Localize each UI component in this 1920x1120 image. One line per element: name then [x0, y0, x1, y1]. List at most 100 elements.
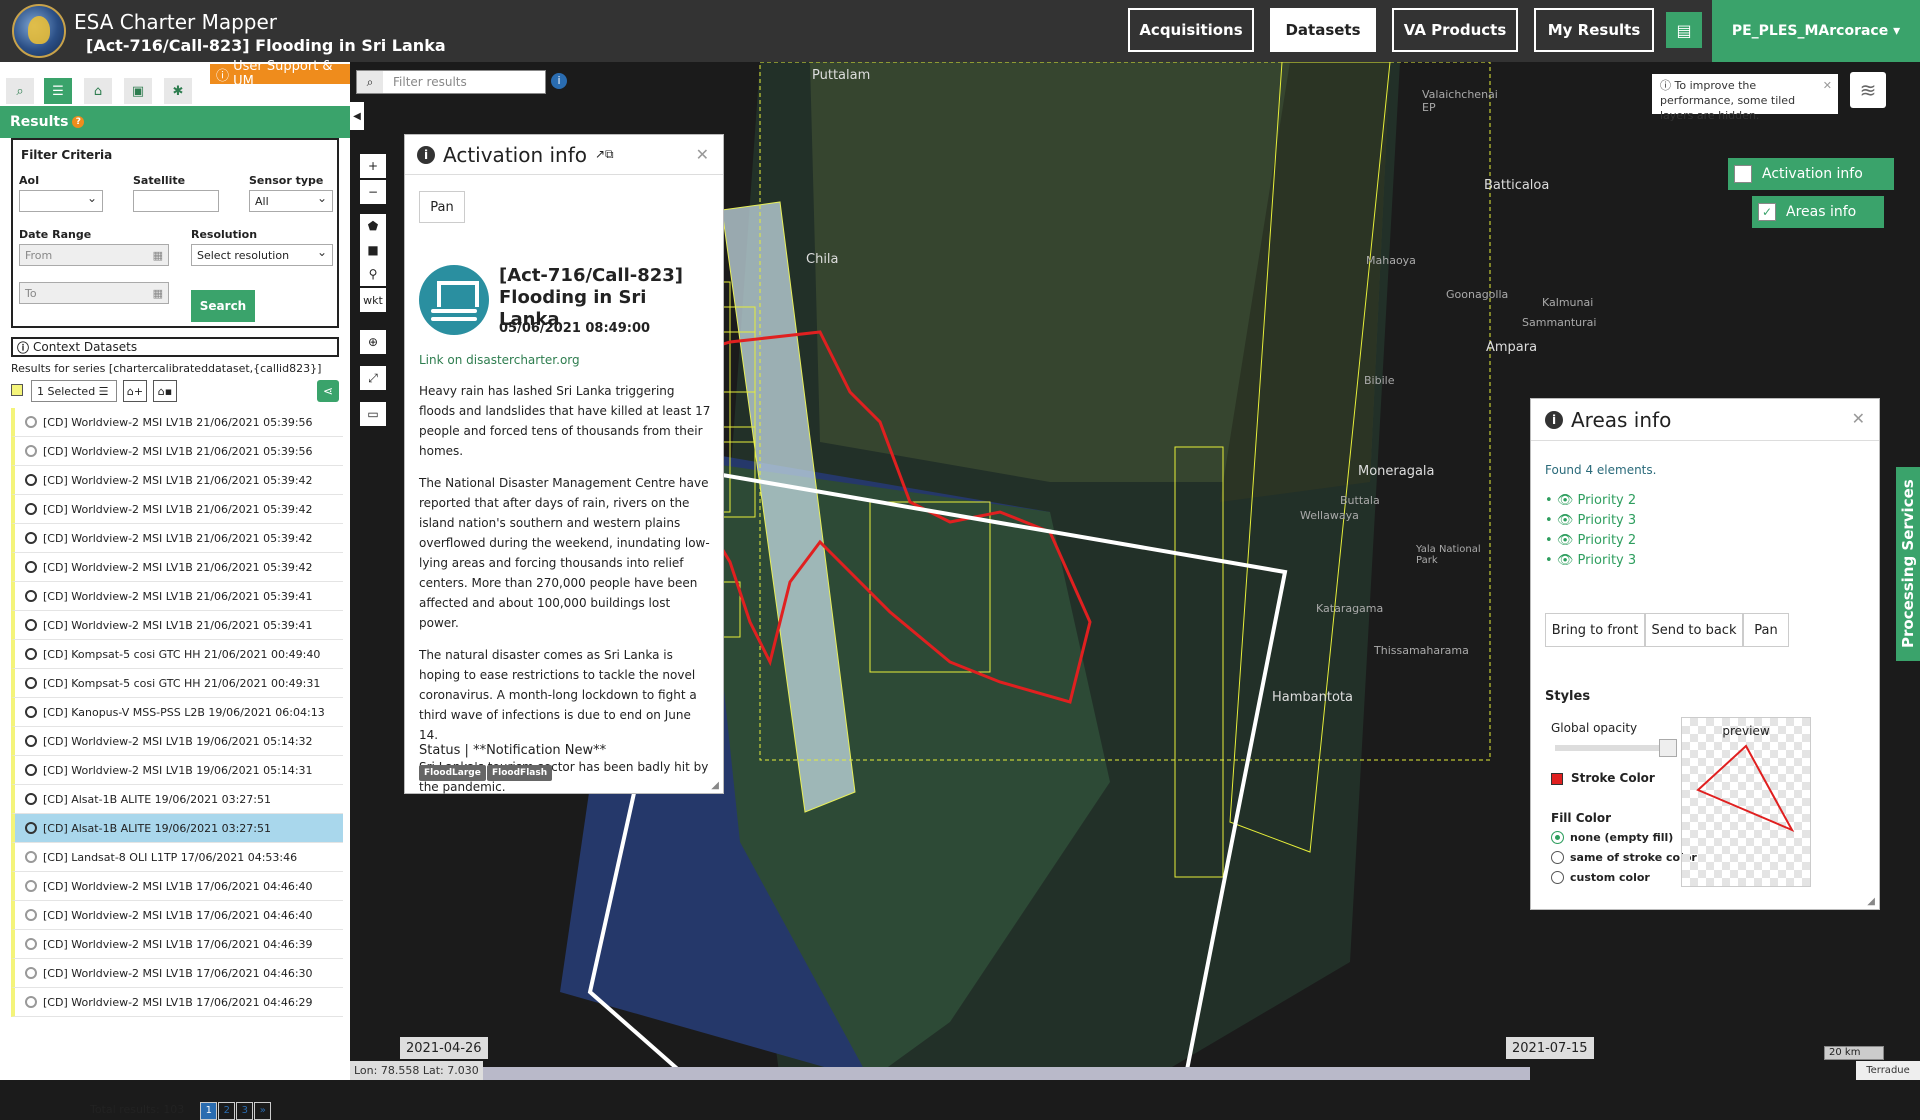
globe-icon[interactable] — [25, 619, 37, 631]
fill-none-radio[interactable]: none (empty fill) — [1551, 831, 1673, 844]
info-icon[interactable]: i — [551, 73, 567, 89]
resize-handle-icon[interactable]: ◢ — [1867, 896, 1875, 907]
nav-my-results[interactable]: My Results — [1534, 8, 1654, 52]
priority-item[interactable]: • 👁 Priority 3 — [1545, 513, 1636, 528]
priority-item[interactable]: • 👁 Priority 2 — [1545, 493, 1636, 508]
date-from-input[interactable]: From ▦ — [19, 244, 169, 266]
esa-charter-logo[interactable] — [12, 4, 66, 58]
radio[interactable] — [1551, 871, 1564, 884]
sensor-select[interactable]: All — [249, 190, 333, 212]
share-icon[interactable]: ⋖ — [317, 380, 339, 402]
activation-info-toggle[interactable]: Activation info — [1728, 158, 1894, 190]
globe-icon[interactable] — [25, 474, 37, 486]
globe-icon[interactable] — [25, 764, 37, 776]
result-row[interactable]: [CD] Worldview-2 MSI LV1B 17/06/2021 04:… — [11, 988, 343, 1017]
selected-dropdown[interactable]: 1 Selected ☰ — [31, 380, 117, 402]
result-row[interactable]: [CD] Worldview-2 MSI LV1B 19/06/2021 05:… — [11, 756, 343, 785]
nav-acquisitions[interactable]: Acquisitions — [1128, 8, 1254, 52]
basket-icon[interactable]: ⌂ — [84, 78, 112, 104]
eye-icon[interactable]: 👁 — [1557, 553, 1574, 568]
result-row[interactable]: [CD] Worldview-2 MSI LV1B 17/06/2021 04:… — [11, 930, 343, 959]
radio[interactable] — [1551, 851, 1564, 864]
result-row[interactable]: [CD] Worldview-2 MSI LV1B 21/06/2021 05:… — [11, 408, 343, 437]
result-row[interactable]: [CD] Landsat-8 OLI L1TP 17/06/2021 04:53… — [11, 843, 343, 872]
opacity-slider-handle[interactable] — [1659, 739, 1677, 757]
globe-icon[interactable] — [25, 445, 37, 457]
send-to-back-button[interactable]: Send to back — [1645, 613, 1743, 647]
globe-icon[interactable] — [25, 851, 37, 863]
result-row[interactable]: [CD] Kanopus-V MSS-PSS L2B 19/06/2021 06… — [11, 698, 343, 727]
opacity-slider[interactable] — [1555, 745, 1673, 751]
archive-icon[interactable]: ▣ — [124, 78, 152, 104]
globe-icon[interactable] — [25, 532, 37, 544]
add-to-basket-icon[interactable]: ⌂+ — [123, 380, 147, 402]
globe-icon[interactable] — [25, 648, 37, 660]
page-3[interactable]: 3 — [236, 1102, 254, 1120]
checkbox[interactable] — [1734, 165, 1752, 183]
priority-item[interactable]: • 👁 Priority 2 — [1545, 533, 1636, 548]
eye-icon[interactable]: 👁 — [1557, 533, 1574, 548]
globe-icon[interactable] — [25, 706, 37, 718]
bring-to-front-button[interactable]: Bring to front — [1545, 613, 1645, 647]
result-row[interactable]: [CD] Worldview-2 MSI LV1B 21/06/2021 05:… — [11, 611, 343, 640]
globe-icon[interactable] — [25, 735, 37, 747]
list-icon[interactable]: ☰ — [44, 78, 72, 104]
globe-icon[interactable] — [25, 938, 37, 950]
zoom-in-icon[interactable]: + — [360, 154, 386, 178]
aoi-select[interactable] — [19, 190, 103, 212]
new-basket-icon[interactable]: ⌂▪ — [153, 380, 177, 402]
map-filter-input[interactable]: ⌕ Filter results i — [356, 70, 567, 94]
fill-custom-radio[interactable]: custom color — [1551, 871, 1650, 884]
date-to-input[interactable]: To ▦ — [19, 282, 169, 304]
satellite-input[interactable] — [133, 190, 219, 212]
checkbox-checked[interactable]: ✓ — [1758, 203, 1776, 221]
draw-rectangle-icon[interactable]: ■ — [360, 238, 386, 262]
areas-info-toggle[interactable]: ✓ Areas info — [1752, 196, 1884, 228]
stroke-color-swatch[interactable] — [1551, 773, 1563, 785]
result-row[interactable]: [CD] Alsat-1B ALITE 19/06/2021 03:27:51 — [11, 785, 343, 814]
globe-icon[interactable] — [25, 503, 37, 515]
globe-icon[interactable] — [25, 967, 37, 979]
result-row[interactable]: [CD] Kompsat-5 cosi GTC HH 21/06/2021 00… — [11, 669, 343, 698]
user-support-link[interactable]: ⓘ User Support & UM — [210, 59, 350, 89]
zoom-out-icon[interactable]: − — [360, 180, 386, 204]
globe-icon[interactable] — [25, 677, 37, 689]
briefcase-icon[interactable]: ▤ — [1666, 12, 1702, 48]
globe-icon[interactable] — [25, 793, 37, 805]
globe-icon[interactable] — [25, 561, 37, 573]
close-icon[interactable]: ✕ — [696, 145, 709, 164]
page-next[interactable]: » — [254, 1102, 272, 1120]
result-row[interactable]: [CD] Worldview-2 MSI LV1B 21/06/2021 05:… — [11, 437, 343, 466]
close-icon[interactable]: ✕ — [1823, 78, 1832, 93]
processing-services-tab[interactable]: Processing Services — [1896, 467, 1920, 661]
fill-stroke-radio[interactable]: same of stroke color — [1551, 851, 1697, 864]
result-row[interactable]: [CD] Worldview-2 MSI LV1B 21/06/2021 05:… — [11, 524, 343, 553]
result-row[interactable]: [CD] Worldview-2 MSI LV1B 21/06/2021 05:… — [11, 582, 343, 611]
draw-point-icon[interactable]: ⚲ — [360, 262, 386, 286]
timeline[interactable]: 2021-04-26 2021-07-15 — [400, 1037, 1800, 1080]
pan-button[interactable]: Pan — [1743, 613, 1789, 647]
collapse-panel-icon[interactable]: ◀ — [350, 102, 364, 130]
result-row[interactable]: [CD] Worldview-2 MSI LV1B 17/06/2021 04:… — [11, 901, 343, 930]
globe-icon[interactable] — [25, 416, 37, 428]
radio-selected[interactable] — [1551, 831, 1564, 844]
result-row[interactable]: [CD] Worldview-2 MSI LV1B 21/06/2021 05:… — [11, 466, 343, 495]
fullscreen-icon[interactable]: ⤢ — [360, 366, 386, 390]
page-2[interactable]: 2 — [218, 1102, 236, 1120]
globe-icon[interactable] — [25, 909, 37, 921]
globe-icon[interactable] — [25, 822, 37, 834]
globe-icon[interactable]: ⊕ — [360, 330, 386, 354]
nav-va-products[interactable]: VA Products — [1392, 8, 1518, 52]
globe-icon[interactable] — [25, 590, 37, 602]
resize-handle-icon[interactable]: ◢ — [711, 780, 719, 791]
external-link-icon[interactable]: ↗⧉ — [595, 147, 614, 162]
globe-icon[interactable] — [25, 880, 37, 892]
search-icon[interactable]: ⌕ — [6, 78, 34, 104]
timeline-range-bar[interactable] — [410, 1067, 1530, 1080]
nav-datasets[interactable]: Datasets — [1270, 8, 1376, 52]
result-row[interactable]: [CD] Worldview-2 MSI LV1B 17/06/2021 04:… — [11, 872, 343, 901]
eye-icon[interactable]: 👁 — [1557, 493, 1574, 508]
charter-link[interactable]: Link on disastercharter.org — [419, 353, 580, 367]
resolution-select[interactable]: Select resolution — [191, 244, 333, 266]
context-datasets[interactable]: ⓘ Context Datasets — [11, 337, 339, 357]
